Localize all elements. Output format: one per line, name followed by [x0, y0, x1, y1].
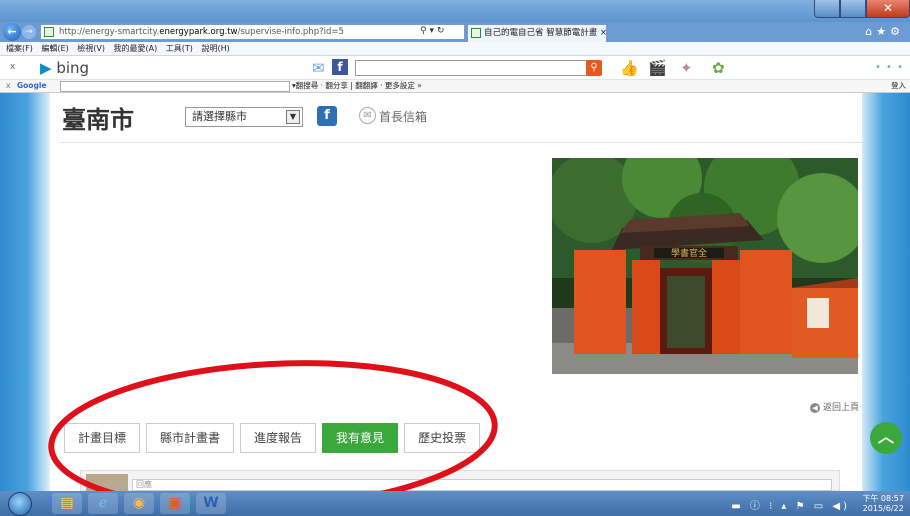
header-divider	[60, 142, 862, 143]
mayor-mail-link[interactable]: 首長信箱	[379, 108, 427, 125]
navigation-bar: ← → http://energy-smartcity.energypark.o…	[0, 22, 910, 42]
google-login-link[interactable]: 登入	[891, 80, 906, 92]
close-button[interactable]: ✕	[866, 0, 910, 18]
svg-text:學書官全: 學書官全	[671, 247, 707, 259]
google-search-input[interactable]	[60, 81, 290, 92]
chevron-down-icon[interactable]: ▼	[286, 110, 300, 124]
google-close-icon[interactable]: x	[6, 80, 10, 92]
tab-my-opinion[interactable]: 我有意見	[322, 423, 399, 453]
browser-tab-active[interactable]: 自己的電自己省 智慧節電計畫 ×	[467, 24, 607, 42]
tab-plan-goals[interactable]: 計畫目標	[64, 423, 141, 453]
tab-title: 自己的電自己省 智慧節電計畫	[484, 28, 598, 38]
bing-search-input[interactable]	[355, 60, 595, 76]
site-favicon-icon	[44, 27, 54, 37]
back-button[interactable]: ←	[3, 23, 21, 41]
back-to-previous-link[interactable]: ◀ 返回上頁	[810, 400, 859, 413]
menu-bar: 檔案(F) 編輯(E) 檢視(V) 我的最愛(A) 工具(T) 說明(H)	[0, 42, 910, 56]
minimize-button[interactable]	[814, 0, 840, 18]
bing-logo: ▶ bing	[40, 59, 90, 77]
start-button[interactable]	[8, 492, 32, 516]
facebook-share-button[interactable]: f	[317, 106, 337, 126]
google-logo: Google	[17, 81, 47, 90]
like-icon[interactable]: 👍	[620, 59, 639, 77]
county-select[interactable]: 請選擇縣市 ▼	[185, 107, 303, 127]
address-bar[interactable]: http://energy-smartcity.energypark.org.t…	[40, 24, 465, 40]
back-to-previous-label: 返回上頁	[823, 403, 860, 413]
word-icon[interactable]: W	[196, 493, 226, 514]
games-icon[interactable]: ✿	[712, 59, 725, 77]
menu-favorites[interactable]: 我的最愛(A)	[114, 44, 158, 53]
avatar	[86, 474, 128, 491]
comment-input[interactable]: 回應	[132, 479, 832, 491]
bing-toolbar: x ▶ bing ✉ f ⚲ 👍 🎬 ✦ ✿ • • •	[0, 56, 910, 80]
window-controls: ✕	[814, 0, 910, 18]
url-path: /supervise-info.php?id=5	[237, 27, 344, 37]
city-title: 臺南市	[62, 105, 134, 134]
facebook-icon[interactable]: f	[332, 59, 348, 75]
bing-search-button[interactable]: ⚲	[586, 60, 602, 76]
mail-icon[interactable]: ✉	[359, 107, 376, 124]
ie-icon[interactable]: ℯ	[88, 493, 118, 514]
county-select-value: 請選擇縣市	[192, 110, 247, 123]
explorer-icon[interactable]: ▤	[52, 493, 82, 514]
send-icon[interactable]: ✉	[312, 59, 325, 77]
google-tools[interactable]: ▾翻搜尋 · 翻分享 | 翻翻譯 · 更多設定 »	[292, 80, 422, 92]
window-titlebar: ✕	[0, 0, 910, 22]
maximize-button[interactable]	[840, 0, 866, 18]
more-dots-icon[interactable]: • • •	[875, 62, 904, 73]
browser-home-fav-gear-icons[interactable]: ⌂★⚙	[865, 25, 904, 38]
menu-view[interactable]: 檢視(V)	[77, 44, 105, 53]
tab-favicon-icon	[471, 28, 481, 38]
system-tray-icons[interactable]: ▬ ⓘ ⁝ ▴ ⚑ ▭ ◀)	[731, 497, 850, 512]
menu-file[interactable]: 檔案(F)	[6, 44, 33, 53]
bing-close-icon[interactable]: x	[10, 62, 15, 72]
address-tools[interactable]: ⚲ ▾ ↻	[420, 26, 444, 36]
outlook-icon[interactable]: ◉	[124, 493, 154, 514]
tab-county-plan[interactable]: 縣市計畫書	[146, 423, 235, 453]
google-toolbar: x Google ▾翻搜尋 · 翻分享 | 翻翻譯 · 更多設定 » 登入	[0, 80, 910, 93]
url-domain: energypark.org.tw	[159, 27, 238, 37]
system-clock[interactable]: 下午 08:57 2015/6/22	[862, 494, 904, 514]
menu-help[interactable]: 說明(H)	[201, 44, 229, 53]
clock-time: 下午 08:57	[862, 494, 904, 503]
tab-history-votes[interactable]: 歷史投票	[404, 423, 481, 453]
url-prefix: http://energy-smartcity.	[59, 27, 160, 37]
powerpoint-icon[interactable]: ▣	[160, 493, 190, 514]
forward-button[interactable]: →	[22, 25, 36, 39]
section-tabs: 計畫目標 縣市計畫書 進度報告 我有意見 歷史投票	[64, 423, 486, 453]
tab-progress-report[interactable]: 進度報告	[240, 423, 317, 453]
windows-taskbar: ▤ ℯ ◉ ▣ W ▬ ⓘ ⁝ ▴ ⚑ ▭ ◀) 下午 08:57 2015/6…	[0, 491, 910, 516]
clock-date: 2015/6/22	[862, 504, 904, 513]
menu-edit[interactable]: 編輯(E)	[41, 44, 68, 53]
menu-tools[interactable]: 工具(T)	[166, 44, 193, 53]
sparkle-icon[interactable]: ✦	[680, 59, 693, 77]
scroll-top-button[interactable]: ︿	[870, 422, 902, 454]
back-arrow-icon: ◀	[810, 403, 820, 413]
movie-icon[interactable]: 🎬	[648, 59, 667, 77]
temple-photo: 學書官全	[552, 158, 858, 374]
